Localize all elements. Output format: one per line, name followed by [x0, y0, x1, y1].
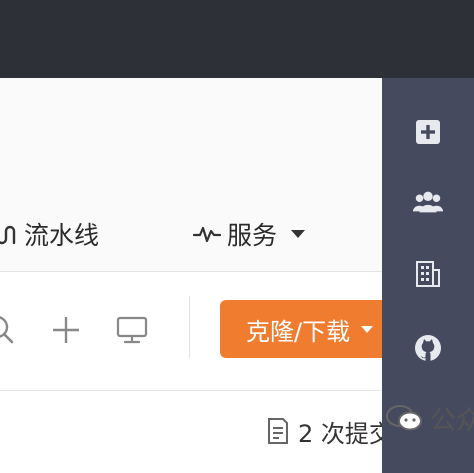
monitor-icon[interactable] — [114, 312, 150, 348]
nav-services-label: 服务 — [227, 221, 278, 250]
main-panel: 流水线 服务 克隆/下载 2 次提交 — [0, 78, 393, 473]
plus-icon[interactable] — [48, 312, 84, 348]
clone-download-button[interactable]: 克隆/下载 — [220, 300, 390, 358]
repo-nav: 流水线 服务 — [0, 78, 382, 272]
pipeline-icon — [0, 225, 16, 245]
wechat-icon — [386, 405, 422, 431]
nav-pipeline-label: 流水线 — [24, 221, 100, 250]
activity-icon — [193, 226, 221, 243]
search-icon[interactable] — [0, 312, 18, 348]
toolbar-divider — [189, 296, 190, 358]
document-icon — [268, 418, 288, 444]
add-square-icon[interactable] — [412, 116, 444, 148]
repo-toolbar: 克隆/下载 — [0, 272, 390, 391]
clone-download-label: 克隆/下载 — [246, 317, 351, 346]
top-bar — [0, 0, 474, 78]
nav-item-services[interactable]: 服务 — [193, 216, 307, 252]
watermark-text: 公众 — [430, 405, 474, 436]
caret-down-icon — [361, 326, 374, 333]
commit-count[interactable]: 2 次提交 — [266, 413, 393, 449]
commit-count-label: 2 次提交 — [298, 419, 393, 448]
wechat-watermark: 公众 — [384, 395, 474, 441]
users-icon[interactable] — [412, 186, 444, 218]
nav-item-pipeline[interactable]: 流水线 — [0, 216, 99, 252]
caret-down-icon — [291, 230, 306, 238]
github-icon[interactable] — [412, 332, 444, 364]
building-icon[interactable] — [412, 258, 444, 290]
